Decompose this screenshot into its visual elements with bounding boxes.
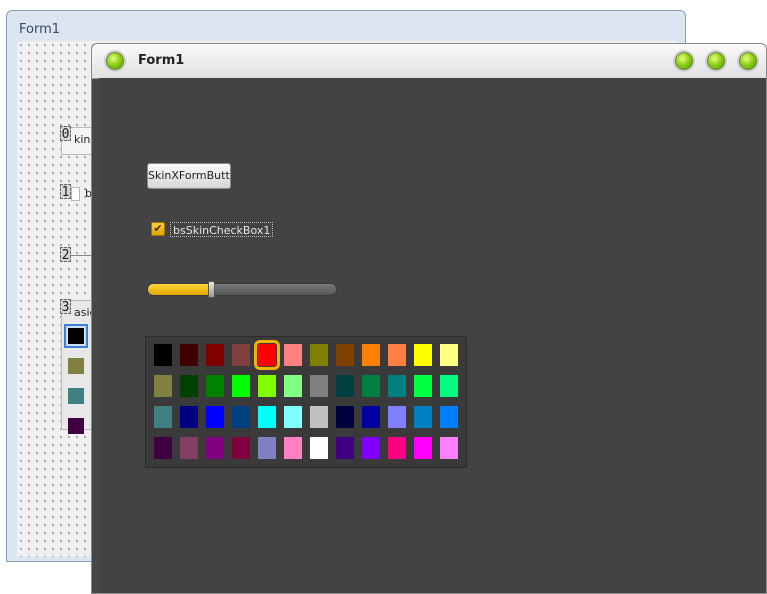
palette-color-swatch[interactable] [414, 437, 432, 459]
palette-color-swatch[interactable] [362, 375, 380, 397]
designer-color-swatch [68, 328, 84, 344]
palette-color-swatch[interactable] [388, 344, 406, 366]
designer-color-swatch [68, 418, 84, 434]
palette-color-swatch[interactable] [310, 375, 328, 397]
palette-color-swatch[interactable] [154, 344, 172, 366]
palette-color-swatch[interactable] [310, 437, 328, 459]
minimize-icon[interactable] [675, 52, 693, 70]
designer-color-swatch [68, 388, 84, 404]
palette-color-swatch[interactable] [336, 406, 354, 428]
designer-tab-index-0: 0 [60, 126, 71, 142]
designer-checkbox-box [71, 187, 80, 201]
palette-color-swatch[interactable] [284, 375, 302, 397]
palette-color-swatch[interactable] [388, 437, 406, 459]
palette-color-swatch[interactable] [440, 437, 458, 459]
palette-color-swatch[interactable] [284, 344, 302, 366]
palette-color-swatch[interactable] [154, 375, 172, 397]
palette-color-swatch[interactable] [180, 437, 198, 459]
palette-color-swatch[interactable] [154, 406, 172, 428]
palette-color-swatch[interactable] [258, 437, 276, 459]
window-title: Form1 [138, 53, 185, 68]
palette-color-swatch[interactable] [310, 406, 328, 428]
palette-color-swatch[interactable] [206, 437, 224, 459]
palette-color-swatch[interactable] [310, 344, 328, 366]
trackbar-thumb[interactable] [208, 281, 215, 298]
palette-color-swatch[interactable] [388, 406, 406, 428]
checkbox-label[interactable]: bsSkinCheckBox1 [170, 222, 274, 237]
palette-color-swatch[interactable] [258, 375, 276, 397]
palette-color-swatch[interactable] [362, 437, 380, 459]
palette-color-swatch[interactable] [440, 375, 458, 397]
palette-color-swatch[interactable] [440, 406, 458, 428]
checkmark-icon: ✔ [153, 222, 163, 235]
palette-color-swatch[interactable] [232, 437, 250, 459]
palette-color-swatch[interactable] [232, 344, 250, 366]
designer-tab-index-1: 1 [60, 184, 71, 200]
palette-color-swatch[interactable] [362, 406, 380, 428]
palette-color-swatch[interactable] [388, 375, 406, 397]
palette-color-swatch[interactable] [206, 344, 224, 366]
system-menu-icon[interactable] [106, 52, 124, 70]
palette-color-swatch[interactable] [254, 340, 280, 370]
palette-color-swatch[interactable] [180, 406, 198, 428]
palette-color-swatch[interactable] [206, 406, 224, 428]
color-palette [145, 336, 467, 468]
designer-tab-index-2: 2 [60, 247, 71, 263]
designer-tab-index-3: 3 [60, 299, 71, 315]
palette-color-swatch[interactable] [336, 437, 354, 459]
palette-color-swatch[interactable] [336, 344, 354, 366]
trackbar[interactable] [147, 283, 337, 296]
palette-color-swatch[interactable] [284, 437, 302, 459]
palette-color-swatch[interactable] [232, 375, 250, 397]
designer-title: Form1 [19, 22, 61, 37]
trackbar-fill [148, 284, 211, 295]
title-bar[interactable]: Form1 [92, 44, 766, 79]
skin-form-window: Form1 [91, 43, 767, 594]
designer-color-swatch [68, 358, 84, 374]
palette-color-swatch[interactable] [206, 375, 224, 397]
maximize-icon[interactable] [707, 52, 725, 70]
skin-form-button[interactable]: SkinXFormButto [147, 163, 231, 189]
palette-color-swatch[interactable] [258, 406, 276, 428]
palette-color-swatch[interactable] [154, 437, 172, 459]
palette-color-swatch[interactable] [232, 406, 250, 428]
palette-color-swatch[interactable] [180, 344, 198, 366]
palette-color-swatch[interactable] [180, 375, 198, 397]
palette-color-swatch[interactable] [414, 375, 432, 397]
palette-color-swatch[interactable] [414, 344, 432, 366]
palette-color-swatch[interactable] [362, 344, 380, 366]
close-icon[interactable] [739, 52, 757, 70]
checkbox[interactable]: ✔ [151, 222, 165, 236]
palette-color-swatch[interactable] [414, 406, 432, 428]
palette-color-swatch[interactable] [284, 406, 302, 428]
palette-color-swatch[interactable] [440, 344, 458, 366]
palette-color-swatch[interactable] [336, 375, 354, 397]
